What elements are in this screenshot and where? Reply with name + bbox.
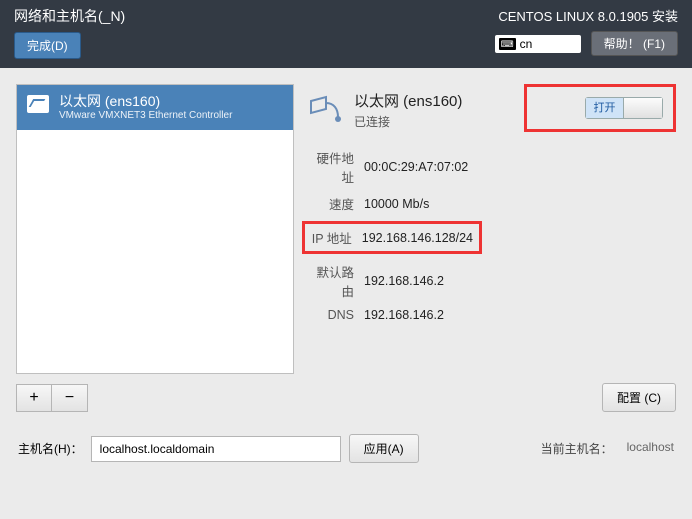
hostname-label: 主机名(H)： (18, 440, 83, 457)
toggle-knob (624, 98, 662, 118)
done-button[interactable]: 完成(D) (14, 32, 81, 59)
header-bar: 网络和主机名(_N) 完成(D) CENTOS LINUX 8.0.1905 安… (0, 0, 692, 68)
configure-button[interactable]: 配置 (C) (602, 383, 676, 412)
interface-enable-toggle[interactable]: 打开 (585, 97, 663, 119)
ip-label: IP 地址 (311, 228, 352, 247)
network-interface-list[interactable]: 以太网 (ens160) VMware VMXNET3 Ethernet Con… (16, 84, 294, 374)
ip-value: 192.168.146.128/24 (362, 231, 473, 245)
help-button[interactable]: 帮助！ (F1) (591, 31, 678, 56)
dns-value: 192.168.146.2 (364, 308, 444, 322)
ip-highlight-box: IP 地址 192.168.146.128/24 (302, 221, 482, 254)
ethernet-big-icon (308, 95, 342, 125)
keyboard-indicator[interactable]: ⌨ cn (495, 35, 581, 53)
hostname-input[interactable] (91, 436, 341, 462)
gateway-value: 192.168.146.2 (364, 274, 444, 288)
interface-driver: VMware VMXNET3 Ethernet Controller (59, 110, 232, 122)
gateway-label: 默认路由 (308, 262, 354, 300)
apply-hostname-button[interactable]: 应用(A) (349, 434, 419, 463)
speed-value: 10000 Mb/s (364, 197, 429, 211)
dns-label: DNS (308, 308, 354, 322)
enable-highlight-box: 打开 (524, 84, 676, 132)
interface-details: 硬件地址 00:0C:29:A7:07:02 速度 10000 Mb/s IP … (308, 148, 676, 322)
interface-name: 以太网 (ens160) (59, 93, 232, 110)
toggle-label-on: 打开 (586, 98, 624, 118)
ethernet-icon (27, 95, 49, 113)
current-hostname-label: 当前主机名： (541, 440, 613, 457)
interface-status: 已连接 (354, 113, 462, 130)
keyboard-icon: ⌨ (499, 38, 516, 50)
header-right: CENTOS LINUX 8.0.1905 安装 ⌨ cn 帮助！ (F1) (495, 6, 678, 56)
speed-label: 速度 (308, 194, 354, 213)
hw-addr-label: 硬件地址 (308, 148, 354, 186)
current-hostname-value: localhost (627, 440, 674, 457)
remove-interface-button[interactable]: − (52, 384, 88, 412)
keyboard-layout: cn (520, 37, 533, 51)
hw-addr-value: 00:0C:29:A7:07:02 (364, 160, 468, 174)
interface-title: 以太网 (ens160) (354, 90, 462, 111)
distro-label: CENTOS LINUX 8.0.1905 安装 (495, 6, 678, 25)
add-interface-button[interactable]: + (16, 384, 52, 412)
network-interface-item[interactable]: 以太网 (ens160) VMware VMXNET3 Ethernet Con… (17, 85, 293, 130)
